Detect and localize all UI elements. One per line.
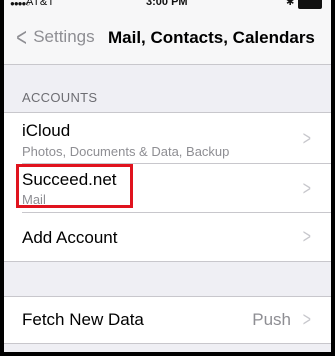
bluetooth-icon: ✱ [286,0,295,8]
account-title: iCloud [22,121,71,140]
status-bar: ●●●●○ AT&T 3:00 PM ✱ [4,0,331,14]
add-account-label: Add Account [22,228,118,247]
highlight-box [16,164,133,208]
add-account-row[interactable]: Add Account > [4,213,331,261]
chevron-right-icon: > [303,226,312,248]
back-button-label: Settings [33,27,95,46]
fetch-value: Push [252,310,291,329]
settings-screen: ●●●●○ AT&T 3:00 PM ✱ < Settings Mail, Co… [4,0,331,352]
account-subtitle: Photos, Documents & Data, Backup [22,144,230,159]
chevron-right-icon: > [303,309,312,331]
fetch-new-data-row[interactable]: Fetch New Data Push > [4,297,331,343]
navigation-bar: < Settings Mail, Contacts, Calendars [4,14,331,65]
accounts-section-header: ACCOUNTS [22,90,98,105]
account-row-icloud[interactable]: iCloud Photos, Documents & Data, Backup … [4,113,331,164]
chevron-right-icon: > [303,127,312,150]
fetch-new-data-label: Fetch New Data [22,310,144,329]
battery-icon [298,0,322,9]
carrier-label: AT&T [26,0,55,8]
chevron-left-icon: < [16,22,27,52]
clock-label: 3:00 PM [146,0,188,8]
chevron-right-icon: > [303,177,312,200]
fetch-group: Fetch New Data Push > [4,296,331,344]
back-button[interactable]: < Settings [14,22,95,52]
page-title: Mail, Contacts, Calendars [108,28,315,47]
